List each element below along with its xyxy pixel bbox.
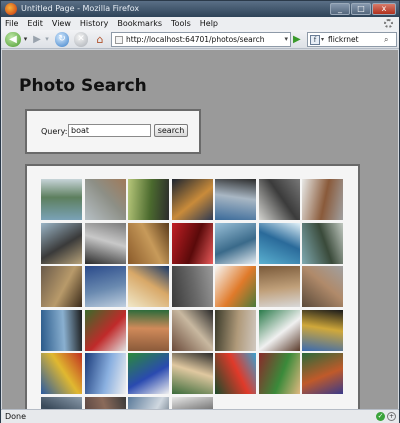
photo-thumbnail[interactable] [302, 309, 343, 351]
search-button[interactable]: search [154, 124, 188, 137]
photo-thumbnail[interactable] [258, 309, 300, 351]
photo-thumbnail[interactable] [128, 266, 169, 307]
photo-thumbnail[interactable] [84, 266, 126, 307]
page-title: Photo Search [19, 76, 147, 96]
photo-thumbnail[interactable] [84, 353, 126, 394]
close-button[interactable]: x [372, 3, 396, 15]
menu-bar: File Edit View History Bookmarks Tools H… [1, 17, 399, 30]
photo-thumbnail[interactable] [171, 179, 213, 220]
menu-view[interactable]: View [52, 17, 71, 30]
url-text[interactable]: http://localhost:64701/photos/search [126, 35, 265, 44]
photo-thumbnail[interactable] [258, 179, 300, 220]
search-panel: Query: boat search [25, 109, 201, 154]
photo-thumbnail[interactable] [215, 353, 256, 394]
search-engine-dropdown-icon[interactable]: ▾ [321, 36, 324, 43]
security-check-icon: ✓ [376, 412, 385, 421]
photo-thumbnail[interactable] [128, 222, 169, 264]
photo-thumbnail[interactable] [84, 222, 126, 264]
photo-thumbnail[interactable] [258, 353, 300, 394]
window-title: Untitled Page - Mozilla Firefox [21, 4, 140, 13]
page-favicon-icon [115, 36, 123, 44]
stop-button[interactable]: ✕ [74, 32, 88, 47]
photo-thumbnail[interactable] [41, 353, 82, 394]
browser-window: Untitled Page - Mozilla Firefox _ □ x Fi… [0, 0, 400, 423]
reload-button[interactable]: ↻ [55, 32, 69, 47]
back-button[interactable]: ◀ [5, 32, 21, 47]
photo-thumbnail[interactable] [215, 222, 256, 264]
search-bar-text[interactable]: flickrnet [328, 35, 359, 44]
photo-thumbnail[interactable] [84, 309, 126, 351]
window-controls: _ □ x [330, 3, 396, 15]
photo-thumbnail[interactable] [302, 179, 343, 220]
title-bar: Untitled Page - Mozilla Firefox _ □ x [1, 1, 399, 17]
zoom-icon[interactable]: + [387, 412, 396, 421]
photo-thumbnail[interactable] [215, 266, 256, 307]
photo-thumbnail[interactable] [128, 179, 169, 220]
photo-thumbnail[interactable] [215, 179, 256, 220]
forward-button[interactable]: ▶ [30, 32, 44, 47]
photo-thumbnail[interactable] [41, 266, 82, 307]
url-bar[interactable]: http://localhost:64701/photos/search ▾ [111, 32, 291, 47]
photo-thumbnail[interactable] [41, 396, 82, 409]
photo-thumbnail[interactable] [128, 353, 169, 394]
photo-thumbnail[interactable] [84, 179, 126, 220]
forward-history-dropdown[interactable]: ▾ [44, 32, 50, 47]
activity-throbber-icon [384, 19, 393, 28]
page-content: Photo Search Query: boat search [2, 50, 398, 409]
photo-thumbnail[interactable] [302, 266, 343, 307]
minimize-button[interactable]: _ [330, 3, 350, 15]
back-history-dropdown[interactable]: ▾ [22, 32, 29, 47]
photo-thumbnail[interactable] [302, 222, 343, 264]
photo-thumbnail[interactable] [171, 396, 213, 409]
firefox-logo-icon [5, 3, 17, 15]
photo-thumbnail[interactable] [258, 266, 300, 307]
go-button[interactable]: ▶ [293, 34, 303, 45]
results-panel [25, 164, 360, 409]
menu-history[interactable]: History [80, 17, 108, 30]
status-bar: Done ✓ + [1, 409, 399, 423]
photo-thumbnail[interactable] [215, 309, 256, 351]
photo-thumbnail[interactable] [128, 309, 169, 351]
menu-tools[interactable]: Tools [171, 17, 191, 30]
menu-edit[interactable]: Edit [27, 17, 43, 30]
search-icon[interactable]: ⌕ [384, 35, 394, 45]
photo-thumbnail[interactable] [41, 222, 82, 264]
menu-file[interactable]: File [5, 17, 18, 30]
photo-thumbnail[interactable] [302, 353, 343, 394]
home-button[interactable]: ⌂ [93, 32, 107, 47]
url-dropdown-icon[interactable]: ▾ [284, 35, 288, 43]
photo-thumbnail[interactable] [258, 222, 300, 264]
menu-bookmarks[interactable]: Bookmarks [117, 17, 162, 30]
photo-thumbnail[interactable] [41, 309, 82, 351]
photo-thumbnail[interactable] [84, 396, 126, 409]
photo-thumbnail[interactable] [171, 309, 213, 351]
photo-thumbnail[interactable] [171, 222, 213, 264]
query-label: Query: [41, 127, 68, 136]
menu-help[interactable]: Help [200, 17, 218, 30]
search-engine-icon[interactable]: f [310, 35, 320, 45]
query-input[interactable]: boat [68, 124, 151, 137]
photo-thumbnail[interactable] [171, 353, 213, 394]
photo-thumbnail[interactable] [41, 179, 82, 220]
photo-thumbnail[interactable] [128, 396, 169, 409]
search-bar[interactable]: f ▾ flickrnet ⌕ [307, 32, 397, 47]
maximize-button[interactable]: □ [351, 3, 371, 15]
photo-thumbnail[interactable] [171, 266, 213, 307]
status-text: Done [5, 412, 27, 421]
navigation-toolbar: ◀ ▾ ▶ ▾ ↻ ✕ ⌂ http://localhost:64701/pho… [1, 30, 399, 49]
